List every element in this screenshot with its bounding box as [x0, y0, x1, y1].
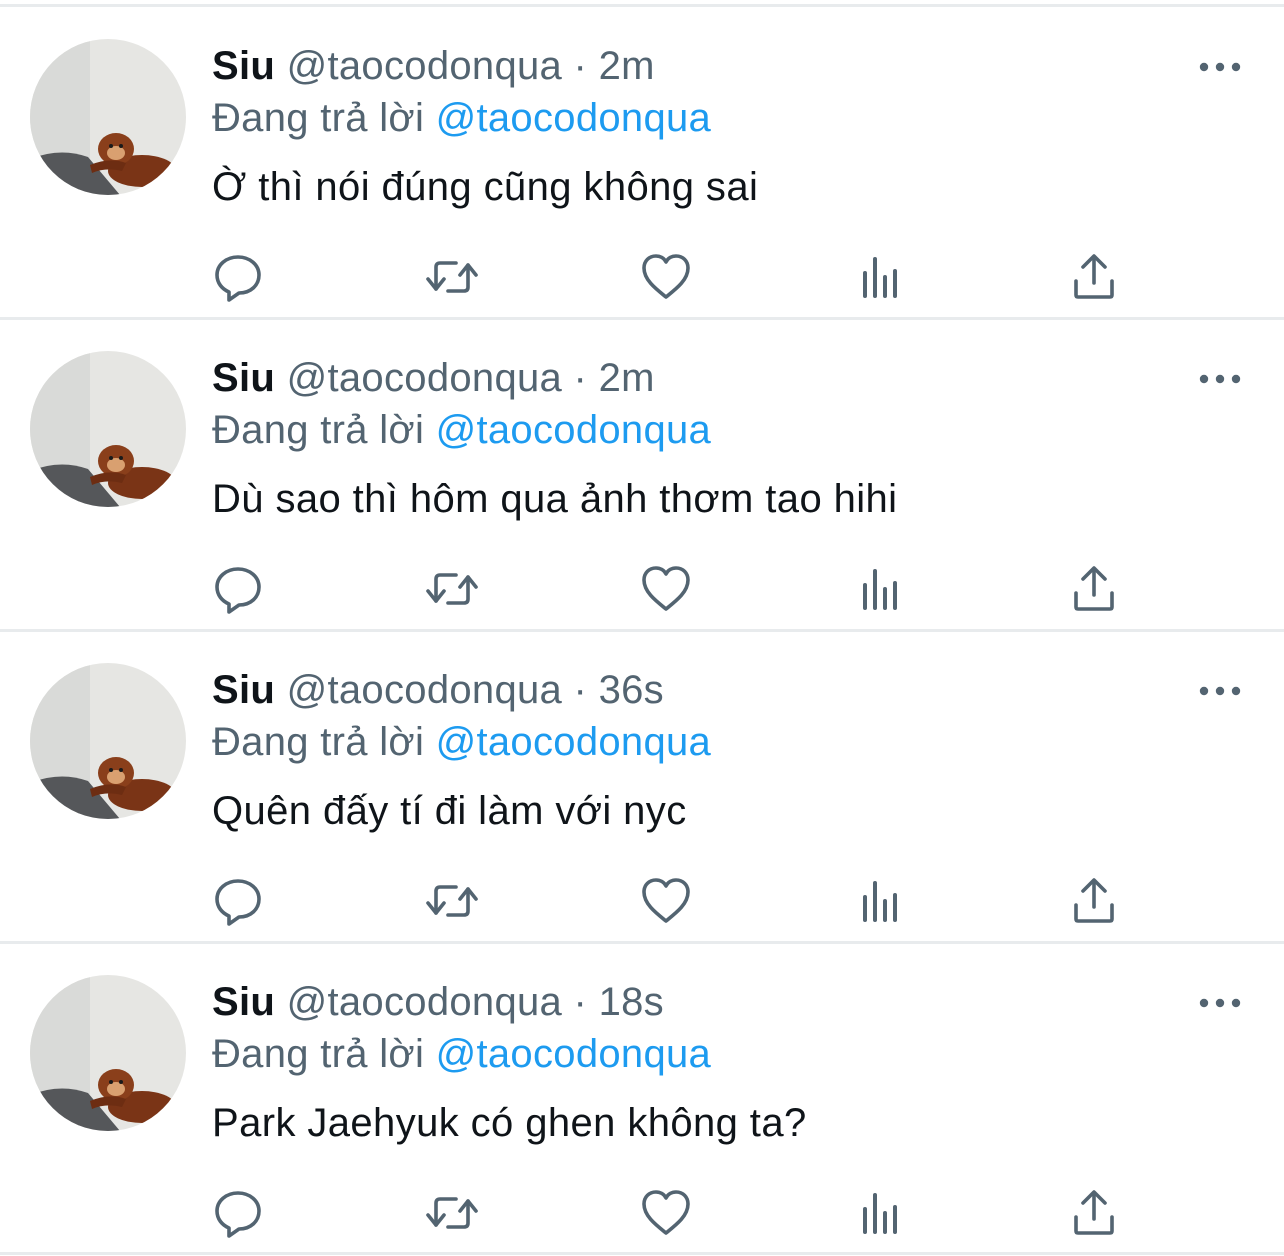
- tweet[interactable]: Siu @taocodonqua · 18s Đang trả lời @tao…: [0, 943, 1284, 1255]
- user-handle[interactable]: @taocodonqua: [287, 980, 563, 1024]
- tweet-header: Siu @taocodonqua · 18s: [212, 977, 664, 1027]
- tweet[interactable]: Siu @taocodonqua · 2m Đang trả lời @taoc…: [0, 7, 1284, 319]
- retweet-icon[interactable]: [424, 873, 480, 929]
- analytics-icon[interactable]: [852, 249, 908, 305]
- reply-icon[interactable]: [210, 1185, 266, 1241]
- replying-to-line: Đang trả lời @taocodonqua: [212, 1029, 711, 1079]
- timestamp[interactable]: 2m: [599, 44, 655, 88]
- avatar[interactable]: [30, 351, 186, 507]
- tweet-text: Park Jaehyuk có ghen không ta?: [212, 1101, 807, 1145]
- replying-to-line: Đang trả lời @taocodonqua: [212, 405, 711, 455]
- more-horizontal-icon[interactable]: [1196, 989, 1244, 1017]
- tweet-header: Siu @taocodonqua · 2m: [212, 41, 655, 91]
- timestamp[interactable]: 36s: [599, 668, 664, 712]
- avatar[interactable]: [30, 39, 186, 195]
- separator-dot: ·: [573, 44, 588, 88]
- separator-dot: ·: [573, 980, 588, 1024]
- divider: [0, 1252, 1284, 1255]
- heart-icon[interactable]: [638, 561, 694, 617]
- reply-icon[interactable]: [210, 561, 266, 617]
- tweet-header: Siu @taocodonqua · 2m: [212, 353, 655, 403]
- display-name[interactable]: Siu: [212, 44, 275, 88]
- analytics-icon[interactable]: [852, 873, 908, 929]
- tweet-header: Siu @taocodonqua · 36s: [212, 665, 664, 715]
- more-horizontal-icon[interactable]: [1196, 677, 1244, 705]
- replying-to-handle[interactable]: @taocodonqua: [436, 96, 712, 140]
- user-handle[interactable]: @taocodonqua: [287, 668, 563, 712]
- retweet-icon[interactable]: [424, 561, 480, 617]
- replying-to-label: Đang trả lời: [212, 1032, 425, 1076]
- avatar[interactable]: [30, 975, 186, 1131]
- reply-icon[interactable]: [210, 873, 266, 929]
- share-icon[interactable]: [1066, 561, 1122, 617]
- replying-to-line: Đang trả lời @taocodonqua: [212, 717, 711, 767]
- tweet[interactable]: Siu @taocodonqua · 36s Đang trả lời @tao…: [0, 631, 1284, 943]
- tweet-feed: Siu @taocodonqua · 2m Đang trả lời @taoc…: [0, 0, 1284, 1256]
- user-handle[interactable]: @taocodonqua: [287, 356, 563, 400]
- separator-dot: ·: [573, 356, 588, 400]
- replying-to-label: Đang trả lời: [212, 408, 425, 452]
- heart-icon[interactable]: [638, 1185, 694, 1241]
- display-name[interactable]: Siu: [212, 980, 275, 1024]
- retweet-icon[interactable]: [424, 249, 480, 305]
- replying-to-label: Đang trả lời: [212, 720, 425, 764]
- heart-icon[interactable]: [638, 873, 694, 929]
- tweet-text: Dù sao thì hôm qua ảnh thơm tao hihi: [212, 477, 898, 521]
- heart-icon[interactable]: [638, 249, 694, 305]
- replying-to-label: Đang trả lời: [212, 96, 425, 140]
- replying-to-line: Đang trả lời @taocodonqua: [212, 93, 711, 143]
- more-horizontal-icon[interactable]: [1196, 365, 1244, 393]
- share-icon[interactable]: [1066, 249, 1122, 305]
- timestamp[interactable]: 18s: [599, 980, 664, 1024]
- replying-to-handle[interactable]: @taocodonqua: [436, 408, 712, 452]
- retweet-icon[interactable]: [424, 1185, 480, 1241]
- analytics-icon[interactable]: [852, 561, 908, 617]
- share-icon[interactable]: [1066, 873, 1122, 929]
- tweet[interactable]: Siu @taocodonqua · 2m Đang trả lời @taoc…: [0, 319, 1284, 631]
- display-name[interactable]: Siu: [212, 356, 275, 400]
- replying-to-handle[interactable]: @taocodonqua: [436, 720, 712, 764]
- tweet-text: Quên đấy tí đi làm với nyc: [212, 789, 687, 833]
- analytics-icon[interactable]: [852, 1185, 908, 1241]
- avatar[interactable]: [30, 663, 186, 819]
- reply-icon[interactable]: [210, 249, 266, 305]
- separator-dot: ·: [573, 668, 588, 712]
- user-handle[interactable]: @taocodonqua: [287, 44, 563, 88]
- more-horizontal-icon[interactable]: [1196, 53, 1244, 81]
- share-icon[interactable]: [1066, 1185, 1122, 1241]
- timestamp[interactable]: 2m: [599, 356, 655, 400]
- tweet-text: Ờ thì nói đúng cũng không sai: [212, 165, 759, 209]
- display-name[interactable]: Siu: [212, 668, 275, 712]
- replying-to-handle[interactable]: @taocodonqua: [436, 1032, 712, 1076]
